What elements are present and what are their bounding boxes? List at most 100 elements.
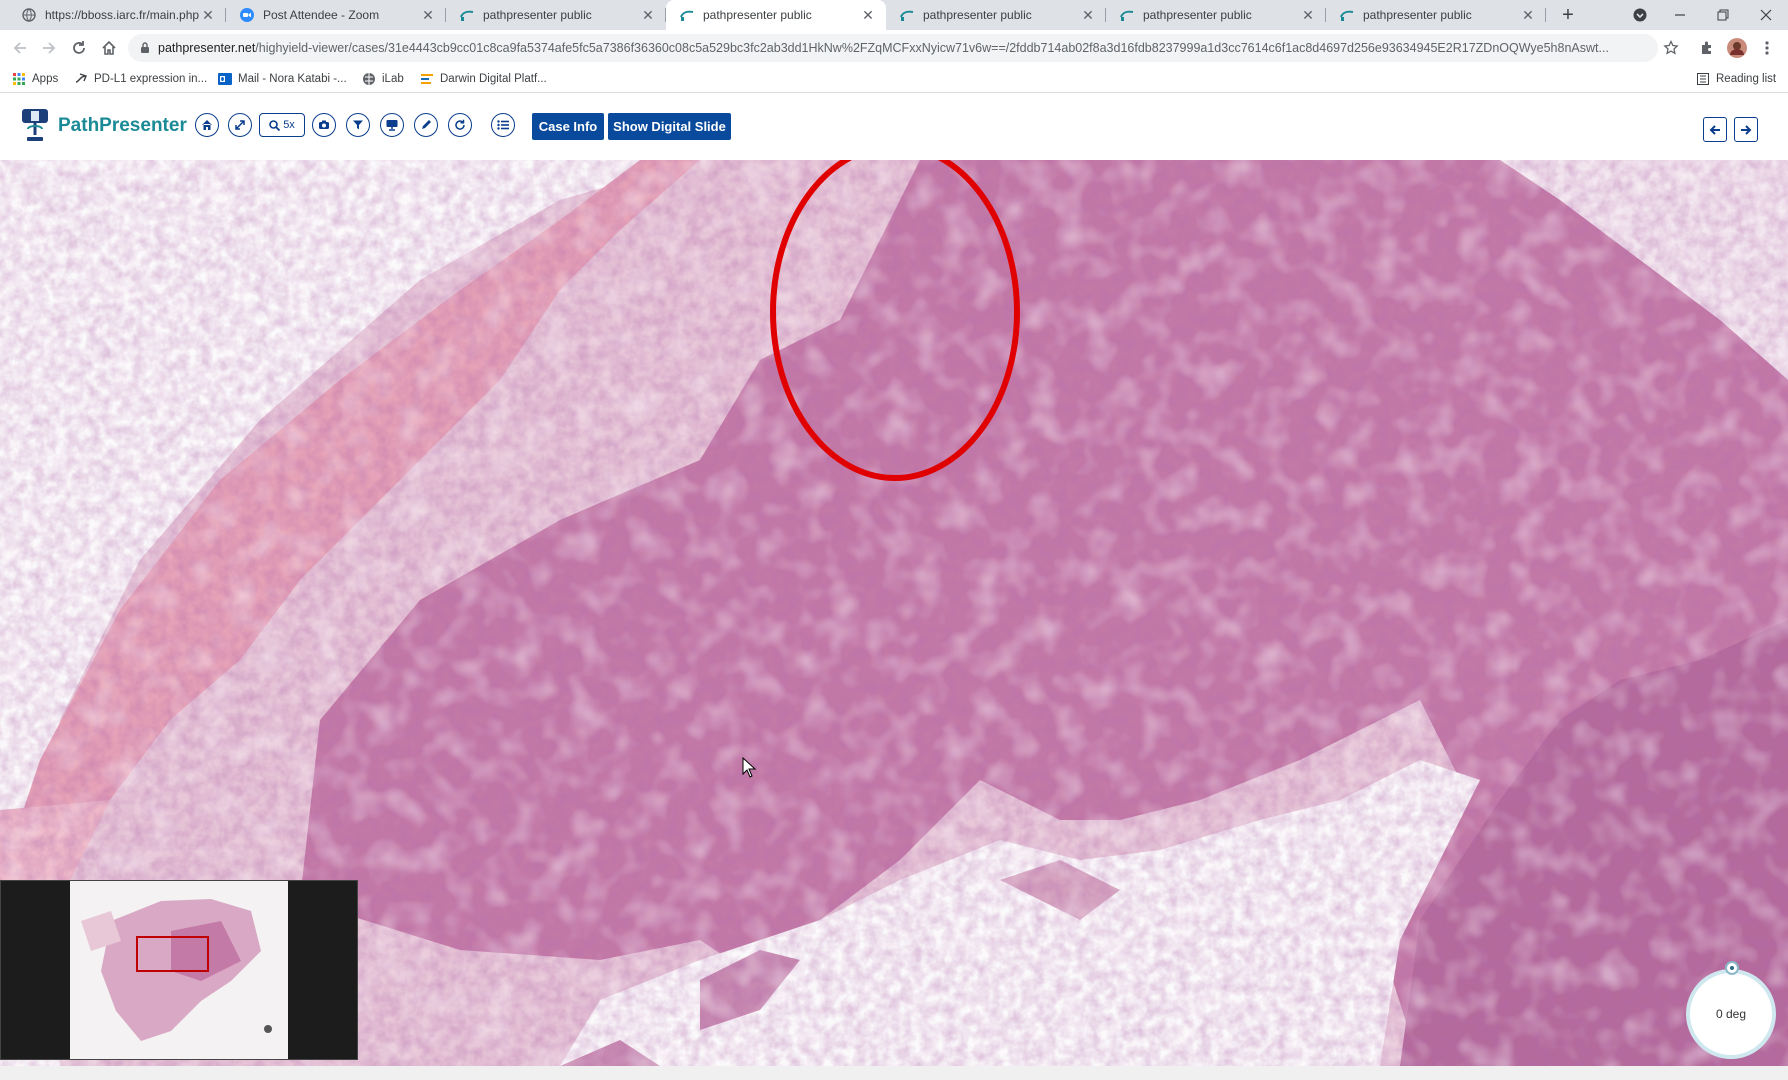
close-tab-icon[interactable]: ✕ (1520, 7, 1536, 23)
list-icon (497, 120, 509, 130)
browser-tab-4-active[interactable]: pathpresenter public ✕ (666, 0, 886, 30)
reading-list-label: Reading list (1716, 73, 1777, 85)
bookmark-darwin[interactable]: Darwin Digital Platf... (420, 70, 547, 88)
url-text: pathpresenter.net/highyield-viewer/cases… (158, 41, 1638, 55)
browser-tab-strip: https://bboss.iarc.fr/main.php ✕ Post At… (0, 0, 1788, 30)
bookmark-apps[interactable]: Apps (12, 70, 58, 88)
filter-button[interactable] (346, 113, 370, 137)
extensions-puzzle-icon[interactable] (1694, 35, 1720, 61)
lock-icon (140, 42, 150, 54)
rotation-dial[interactable]: 0 deg (1686, 969, 1776, 1059)
profile-avatar[interactable] (1724, 35, 1750, 61)
camera-icon (319, 120, 329, 129)
globe-icon (362, 72, 376, 86)
link-icon (74, 72, 88, 86)
browser-tab-1[interactable]: https://bboss.iarc.fr/main.php ✕ (8, 0, 226, 30)
arrow-right-icon (1741, 124, 1752, 135)
browser-tab-6[interactable]: pathpresenter public ✕ (1106, 0, 1326, 30)
browser-tab-7[interactable]: pathpresenter public ✕ (1326, 0, 1546, 30)
previous-slide-button[interactable] (1703, 117, 1727, 142)
close-tab-icon[interactable]: ✕ (1300, 7, 1316, 23)
bottom-strip (0, 1066, 1788, 1080)
annotate-button[interactable] (414, 113, 438, 137)
zoom-video-icon (240, 8, 254, 22)
browser-menu-icon[interactable] (1754, 35, 1780, 61)
restore-icon[interactable] (1703, 0, 1743, 30)
new-tab-icon[interactable]: + (1556, 4, 1580, 26)
tab-title: pathpresenter public (483, 8, 592, 22)
bookmark-mail[interactable]: Mail - Nora Katabi -... (218, 70, 347, 88)
tab-title: Post Attendee - Zoom (263, 8, 380, 22)
bookmark-label: Darwin Digital Platf... (440, 73, 547, 85)
close-window-icon[interactable] (1746, 0, 1786, 30)
logo-text: PathPresenter (58, 115, 187, 136)
home-icon (202, 120, 212, 130)
bookmark-star-icon[interactable] (1658, 35, 1684, 61)
bookmark-ilab[interactable]: iLab (362, 70, 404, 88)
show-digital-slide-button[interactable]: Show Digital Slide (608, 113, 731, 140)
browser-tab-5[interactable]: pathpresenter public ✕ (886, 0, 1106, 30)
tab-title: pathpresenter public (703, 8, 812, 22)
browser-tab-3[interactable]: pathpresenter public ✕ (446, 0, 666, 30)
snapshot-button[interactable] (312, 113, 336, 137)
tab-title: pathpresenter public (1363, 8, 1472, 22)
close-tab-icon[interactable]: ✕ (640, 7, 656, 23)
fullscreen-icon (235, 120, 245, 130)
reading-list-button[interactable]: Reading list (1696, 70, 1776, 88)
close-tab-icon[interactable]: ✕ (860, 7, 876, 23)
app-header: PathPresenter 5x Case Info Show Digital … (0, 93, 1788, 160)
close-tab-icon[interactable]: ✕ (420, 7, 436, 23)
arrow-left-icon (1709, 124, 1720, 135)
close-tab-icon[interactable]: ✕ (1080, 7, 1096, 23)
rotate-icon (455, 119, 465, 130)
overview-thumbnail (70, 881, 288, 1059)
tab-title: pathpresenter public (1143, 8, 1252, 22)
forward-arrow-icon[interactable] (35, 35, 63, 61)
bookmark-label: Apps (32, 73, 59, 85)
tab-title: https://bboss.iarc.fr/main.php (45, 8, 200, 22)
close-tab-icon[interactable]: ✕ (200, 7, 216, 23)
browser-toolbar: pathpresenter.net/highyield-viewer/cases… (0, 30, 1788, 66)
next-slide-button[interactable] (1734, 117, 1758, 142)
pathpresenter-favicon (900, 8, 914, 22)
pathpresenter-favicon (680, 8, 694, 22)
tab-search-icon[interactable] (1620, 0, 1660, 30)
bookmark-pdl1[interactable]: PD-L1 expression in... (74, 70, 207, 88)
back-arrow-icon[interactable] (6, 35, 34, 61)
url-path: /highyield-viewer/cases/31e4443cb9cc01c8… (255, 41, 1609, 55)
monitor-icon (386, 120, 398, 131)
apps-grid-icon (12, 72, 26, 86)
url-domain: pathpresenter.net (158, 41, 256, 55)
bookmark-label: PD-L1 expression in... (94, 73, 208, 85)
browser-tab-2[interactable]: Post Attendee - Zoom ✕ (226, 0, 446, 30)
bookmark-label: Mail - Nora Katabi -... (238, 73, 347, 85)
rotation-label: 0 deg (1715, 1007, 1747, 1021)
pencil-icon (422, 120, 431, 129)
rotation-handle[interactable] (1725, 961, 1739, 975)
darwin-icon (420, 72, 434, 86)
slide-list-button[interactable] (491, 113, 515, 137)
presentation-button[interactable] (380, 113, 404, 137)
zoom-icon (269, 119, 281, 131)
slide-overview-minimap[interactable] (0, 880, 358, 1060)
slide-viewer[interactable]: 0 deg (0, 160, 1788, 1066)
tab-title: pathpresenter public (923, 8, 1032, 22)
outlook-icon (218, 72, 232, 86)
pathpresenter-favicon (1340, 8, 1354, 22)
home-button[interactable] (195, 113, 219, 137)
filter-icon (353, 120, 363, 130)
zoom-level-label: 5x (283, 119, 295, 131)
case-info-button[interactable]: Case Info (532, 113, 604, 140)
fullscreen-button[interactable] (228, 113, 252, 137)
home-icon[interactable] (95, 35, 123, 61)
pathpresenter-logo[interactable]: PathPresenter (18, 107, 187, 145)
globe-icon (22, 8, 36, 22)
address-bar[interactable]: pathpresenter.net/highyield-viewer/cases… (128, 34, 1658, 62)
pathpresenter-favicon (460, 8, 474, 22)
rotate-button[interactable] (448, 113, 472, 137)
zoom-level-button[interactable]: 5x (259, 113, 305, 137)
minimize-icon[interactable] (1660, 0, 1700, 30)
reload-icon[interactable] (65, 35, 93, 61)
bookmarks-bar: Apps PD-L1 expression in... Mail - Nora … (0, 66, 1788, 93)
reading-list-icon (1696, 72, 1710, 86)
